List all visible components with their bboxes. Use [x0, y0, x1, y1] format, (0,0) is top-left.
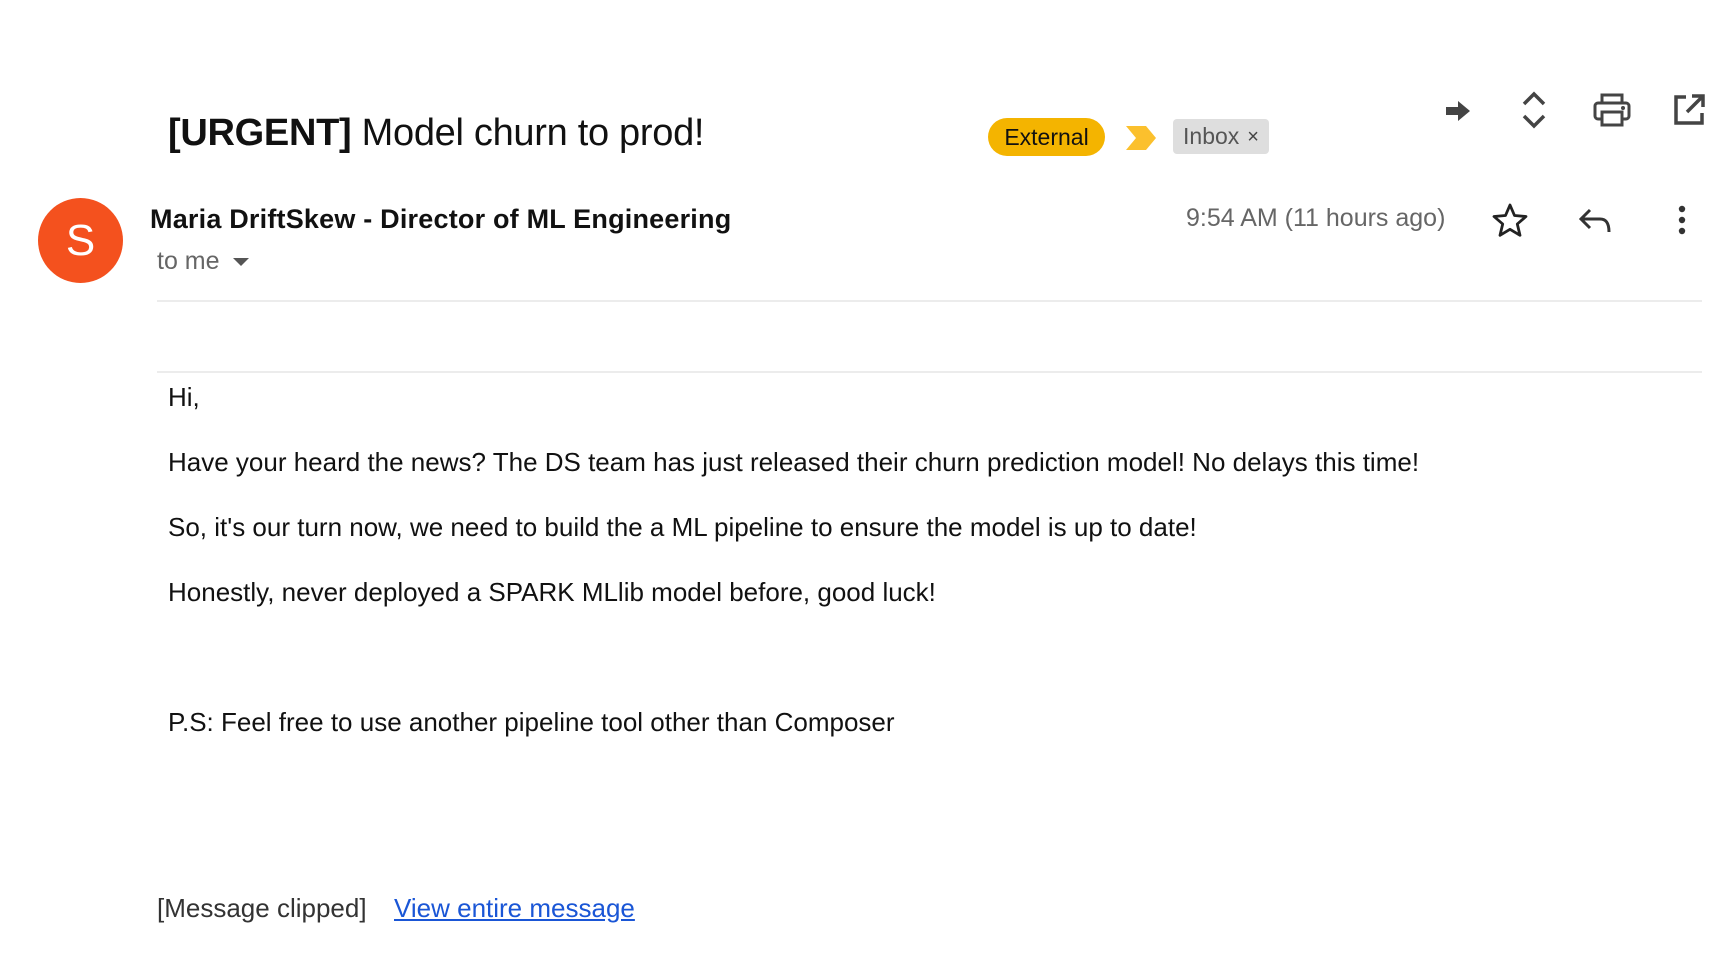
- inbox-label: Inbox ×: [1173, 119, 1269, 154]
- subject-text: Model churn to prod!: [361, 112, 705, 154]
- view-entire-message-link[interactable]: View entire message: [394, 893, 635, 924]
- recipient-dropdown[interactable]: to me: [157, 247, 250, 276]
- body-paragraph: So, it's our turn now, we need to build …: [168, 512, 1197, 542]
- email-subject: [URGENT] Model churn to prod!: [168, 112, 704, 155]
- forward-arrow-icon[interactable]: [1436, 89, 1480, 133]
- external-label: External: [988, 118, 1105, 156]
- star-icon[interactable]: [1488, 198, 1532, 242]
- body-divider: [157, 371, 1702, 373]
- email-timestamp: 9:54 AM (11 hours ago): [1186, 204, 1446, 232]
- body-paragraph: Have your heard the news? The DS team ha…: [168, 447, 1420, 477]
- open-in-new-window-icon[interactable]: [1667, 88, 1711, 132]
- print-icon[interactable]: [1590, 88, 1634, 132]
- body-greeting: Hi,: [168, 382, 200, 412]
- subject-prefix: [URGENT]: [168, 112, 352, 154]
- remove-label-button[interactable]: ×: [1247, 127, 1259, 147]
- recipient-text: to me: [157, 247, 220, 275]
- importance-marker-icon[interactable]: [1124, 124, 1158, 157]
- sender-name[interactable]: Maria DriftSkew - Director of ML Enginee…: [150, 204, 731, 235]
- avatar-letter: S: [65, 215, 96, 265]
- avatar[interactable]: S: [38, 198, 123, 283]
- message-clipped-notice: [Message clipped]: [157, 893, 367, 923]
- inbox-label-text: Inbox: [1183, 123, 1240, 149]
- body-postscript: P.S: Feel free to use another pipeline t…: [168, 707, 895, 737]
- dropdown-caret-icon: [232, 257, 249, 266]
- expand-collapse-icon[interactable]: [1512, 88, 1556, 132]
- more-vert-icon[interactable]: [1660, 198, 1704, 242]
- external-label-text: External: [1004, 123, 1089, 150]
- reply-icon[interactable]: [1573, 199, 1617, 243]
- body-paragraph: Honestly, never deployed a SPARK MLlib m…: [168, 577, 936, 607]
- header-divider: [157, 300, 1702, 302]
